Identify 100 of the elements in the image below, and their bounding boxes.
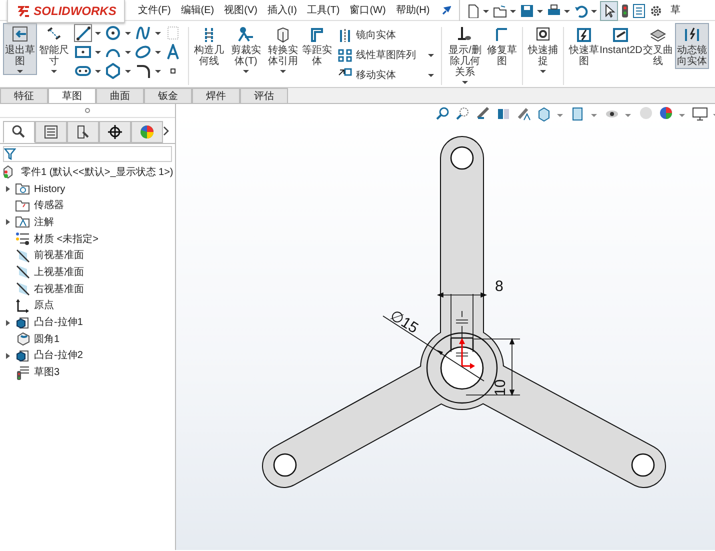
tree-item[interactable]: 注解 [34,214,54,230]
caret-icon[interactable] [510,10,516,13]
tree-item[interactable]: 上视基准面 [34,264,84,280]
caret-icon[interactable] [243,70,249,73]
caret-icon[interactable] [280,70,286,73]
menu-item[interactable]: 文件(F) [133,3,176,18]
tree-item[interactable]: 传感器 [34,198,64,214]
tree-item[interactable]: 前视基准面 [34,248,84,264]
ribbon-button[interactable]: 退出草图 [3,23,37,75]
menu-item[interactable]: 插入(I) [262,3,302,18]
rectangle-icon[interactable] [75,44,91,60]
appearance-icon[interactable] [658,106,674,122]
expand-arrow-icon[interactable] [6,219,10,226]
ellipse-icon[interactable] [135,44,151,60]
ribbon-button[interactable]: 交叉曲线 [641,23,675,69]
traffic-light-icon[interactable] [620,4,629,18]
list-icon[interactable] [632,4,645,18]
polygon-icon[interactable] [105,63,121,79]
caret-icon[interactable] [540,70,546,73]
expand-arrow-icon[interactable] [6,186,10,192]
tree-item[interactable]: 材质 <未指定> [34,232,98,247]
ribbon-button[interactable]: 移动实体 [338,65,434,85]
grip-icon[interactable] [85,108,90,113]
tree-item[interactable]: 圆角1 [34,332,60,347]
ribbon-button[interactable]: 镜向实体 [338,25,434,45]
filter-icon[interactable] [4,148,16,160]
caret-icon[interactable] [482,10,489,13]
panel-tab[interactable] [35,121,67,143]
text-tool-icon[interactable] [165,44,181,60]
tree-item[interactable]: 零件1 (默认<<默认>_显示状态 1>) [21,164,174,180]
fillet-feature-icon [15,331,31,348]
tree-item[interactable]: History [34,182,66,197]
tab[interactable]: 钣金 [144,88,192,103]
monitor-icon[interactable] [692,106,708,122]
ribbon-button[interactable]: 快速草图 [567,23,601,69]
caret-icon[interactable] [590,10,597,13]
plane-icon [15,264,31,280]
panel-tab[interactable] [99,121,131,143]
menu-item[interactable]: 编辑(E) [176,3,220,18]
ribbon-button[interactable]: 转换实体引用 [266,23,300,75]
menu-item[interactable]: 帮助(H) [390,3,435,18]
pin-icon[interactable] [440,5,451,15]
chevron-right-icon[interactable] [163,126,169,136]
tab[interactable]: 草图 [48,88,96,103]
tab[interactable]: 曲面 [96,88,144,103]
dimension-value[interactable]: 10 [492,379,509,396]
ribbon-button[interactable]: 智能尺寸 [37,23,71,75]
new-file-icon[interactable] [466,4,480,18]
expand-arrow-icon[interactable] [6,352,10,359]
panel-tab[interactable] [67,121,99,143]
pointer-icon[interactable] [600,2,617,20]
tree-item[interactable]: 凸台-拉伸1 [34,315,83,330]
material-icon [15,231,31,248]
view-orientation-icon[interactable] [536,106,552,122]
circle-icon[interactable] [105,25,121,41]
pattern-icon [338,48,352,62]
menu-item[interactable]: 视图(V) [219,3,262,18]
ribbon-button[interactable]: 显示/删除几何关系 [445,23,485,86]
ribbon-button[interactable]: 构造几何线 [192,23,226,69]
ribbon-button[interactable]: 等距实体 [300,23,334,69]
caret-icon[interactable] [462,81,468,84]
print-icon[interactable] [546,4,561,18]
line-icon[interactable] [75,25,91,41]
section-view-icon[interactable] [496,106,512,122]
panel-tab[interactable] [3,121,35,143]
ribbon-button[interactable]: 快速捕捉 [526,23,560,75]
ribbon-button[interactable]: 剪裁实体(T) [226,23,266,75]
tab[interactable]: 评估 [240,88,288,103]
tab[interactable]: 特征 [0,88,48,103]
fillet-icon[interactable] [135,63,151,79]
dimension-value[interactable]: 8 [495,278,504,295]
undo-icon[interactable] [574,4,588,18]
open-folder-icon[interactable] [492,4,507,18]
tree-item[interactable]: 凸台-拉伸2 [34,348,83,364]
caret-icon[interactable] [51,70,57,73]
ribbon-button[interactable]: 线性草图阵列 [338,45,434,65]
dimension-value[interactable]: ∅15 [386,306,422,338]
spline-icon[interactable] [135,25,151,41]
mirror-entities-icon [338,28,352,42]
caret-icon[interactable] [428,54,434,56]
menu-item[interactable]: 工具(T) [302,3,345,18]
tree-item[interactable]: 右视基准面 [34,282,84,297]
save-icon[interactable] [520,4,534,18]
tree-item[interactable]: 草图3 [34,365,60,380]
slot-icon[interactable] [75,63,91,79]
expand-arrow-icon[interactable] [6,320,10,326]
folder-icon [15,181,31,198]
ribbon-button[interactable]: 修复草图 [485,23,519,69]
caret-icon[interactable] [564,10,570,13]
brand-name: SOLIDWORKS [34,3,116,20]
ribbon-button[interactable]: 动态镜向实体 [675,23,709,69]
solid-icon [15,314,31,331]
menu-item[interactable]: 窗口(W) [344,3,391,18]
caret-icon[interactable] [17,70,23,73]
settings-icon[interactable] [648,4,663,18]
tree-item[interactable]: 原点 [34,298,54,314]
caret-icon[interactable] [428,74,434,76]
tab[interactable]: 焊件 [192,88,240,103]
caret-icon[interactable] [536,10,543,13]
ribbon-button[interactable]: Instant2D [601,23,641,58]
